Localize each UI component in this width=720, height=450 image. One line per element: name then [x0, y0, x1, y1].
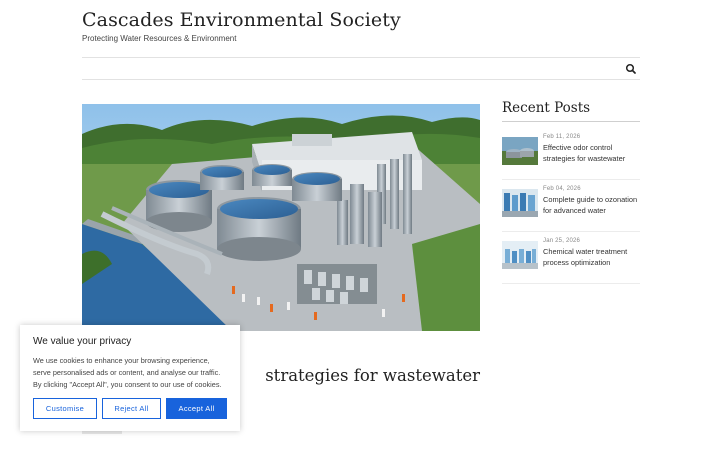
post-date: Feb 04, 2026 — [543, 186, 581, 192]
recent-posts-heading: Recent Posts — [502, 100, 640, 122]
post-date: Jan 25, 2026 — [543, 238, 581, 244]
customise-button[interactable]: Customise — [33, 398, 97, 419]
cookie-title: We value your privacy — [33, 336, 132, 347]
recent-post-item[interactable]: Jan 25, 2026 Chemical water treatment pr… — [502, 238, 640, 284]
post-title-link[interactable]: Chemical water treatment process optimiz… — [543, 246, 640, 268]
search-icon[interactable] — [624, 62, 638, 76]
post-date: Feb 11, 2026 — [543, 134, 581, 140]
cookie-text: We use cookies to enhance your browsing … — [33, 356, 222, 389]
site-tagline: Protecting Water Resources & Environment — [82, 34, 237, 43]
featured-image[interactable] — [82, 104, 480, 331]
accept-all-button[interactable]: Accept All — [166, 398, 227, 419]
nav-bar — [82, 57, 640, 80]
site-title[interactable]: Cascades Environmental Society — [82, 9, 401, 31]
post-thumbnail[interactable] — [502, 137, 538, 165]
sidebar: Recent Posts Feb 11, 2026 Effective odor… — [502, 100, 640, 290]
cookie-buttons: Customise Reject All Accept All — [33, 398, 227, 419]
reject-all-button[interactable]: Reject All — [102, 398, 161, 419]
post-title-link[interactable]: Effective odor control strategies for wa… — [543, 142, 640, 164]
post-thumbnail[interactable] — [502, 241, 538, 269]
post-thumbnail[interactable] — [502, 189, 538, 217]
recent-post-item[interactable]: Feb 04, 2026 Complete guide to ozonation… — [502, 186, 640, 232]
cookie-banner: We value your privacy We use cookies to … — [20, 325, 240, 431]
post-title-link[interactable]: Complete guide to ozonation for advanced… — [543, 194, 640, 216]
recent-posts-list: Feb 11, 2026 Effective odor control stra… — [502, 134, 640, 284]
recent-post-item[interactable]: Feb 11, 2026 Effective odor control stra… — [502, 134, 640, 180]
